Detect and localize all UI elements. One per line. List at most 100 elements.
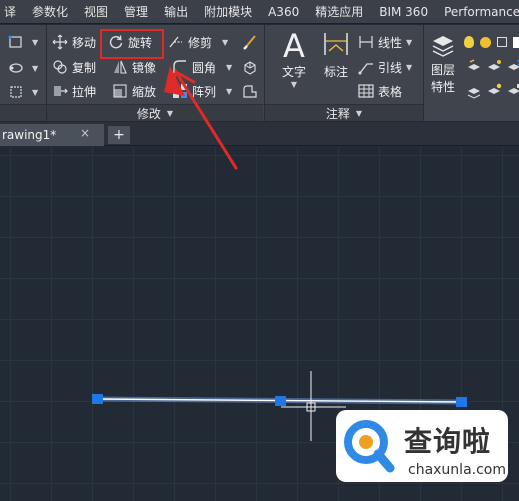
menu-item-performance[interactable]: Performance [436, 0, 519, 23]
text-label: 文字 [281, 65, 306, 79]
linear-button[interactable]: 线性 ▼ [358, 33, 412, 51]
layers-icon [432, 36, 454, 57]
hatch-icon [9, 63, 23, 73]
rectangle-icon [8, 35, 22, 48]
table-button[interactable]: 表格 [358, 82, 402, 100]
scale-label: 缩放 [132, 84, 157, 99]
scale-icon [113, 84, 127, 98]
dimension-button[interactable]: 标注 [318, 29, 354, 80]
dimension-label: 标注 [323, 65, 348, 79]
mirror-button[interactable]: 镜像 [112, 58, 156, 76]
layer-properties-label-1: 图层 [430, 63, 455, 77]
rotate-highlight-box [100, 29, 164, 59]
ribbon: ▼ ▼ ▼ 移动 旋转 修剪 ▼ 复制 镜像 圆角 ▼ 拉伸 缩放 阵列 ▼ 修… [0, 25, 519, 121]
menu-item-featured-apps[interactable]: 精选应用 [307, 0, 371, 23]
modify-panel-title: 修改 [136, 106, 161, 121]
document-tab-label: rawing1* [2, 128, 57, 142]
draw-tool-1[interactable]: ▼ [8, 33, 38, 51]
stretch-label: 拉伸 [72, 84, 97, 99]
move-button[interactable]: 移动 [52, 33, 96, 51]
draw-tool-2[interactable]: ▼ [8, 59, 38, 77]
watermark-brand: 查询啦 [404, 425, 492, 458]
fillet-label: 圆角 [192, 60, 217, 75]
layer-off-icon [467, 88, 481, 99]
layer-properties-label-2: 特性 [430, 80, 455, 94]
menu-bar: 译 参数化 视图 管理 输出 附加模块 A360 精选应用 BIM 360 Pe… [0, 0, 519, 24]
chevron-down-icon: ▼ [226, 86, 233, 96]
text-icon: A [283, 29, 305, 63]
chevron-down-icon: ▼ [406, 62, 413, 72]
menu-item-view[interactable]: 视图 [76, 0, 116, 23]
dimension-icon [324, 33, 348, 55]
copy-button[interactable]: 复制 [52, 58, 96, 76]
color-swatch-icon [513, 36, 519, 48]
layer-state-row[interactable] [464, 33, 519, 51]
copy-label: 复制 [72, 60, 97, 75]
draw-panel-footer [0, 104, 46, 121]
stretch-icon [54, 86, 68, 96]
watermark-url: chaxunla.com [408, 462, 506, 478]
offset-button[interactable] [242, 82, 262, 100]
panel-separator [423, 25, 424, 121]
layer-lock-icon [508, 84, 519, 94]
svg-text:A: A [283, 29, 305, 63]
mirror-icon [114, 60, 127, 74]
layer-properties-button[interactable]: 图层 特性 [426, 31, 460, 95]
draw-tool-3[interactable]: ▼ [8, 83, 38, 101]
trim-label: 修剪 [188, 35, 213, 50]
trim-button[interactable]: 修剪 ▼ [168, 33, 228, 51]
chevron-down-icon: ▼ [226, 62, 233, 72]
modify-panel-footer[interactable]: 修改 ▼ [47, 104, 263, 121]
layer-freeze-icon [508, 59, 519, 70]
panel-expand-icon: ▼ [355, 108, 363, 118]
move-icon [52, 34, 68, 50]
leader-label: 引线 [378, 60, 403, 75]
eraser-icon [243, 35, 256, 50]
close-icon[interactable]: × [80, 126, 90, 140]
linear-dimension-icon [359, 36, 373, 48]
mirror-label: 镜像 [132, 60, 157, 75]
scale-button[interactable]: 缩放 [112, 82, 156, 100]
region-icon [10, 86, 22, 98]
chevron-down-icon: ▼ [32, 63, 39, 73]
lightbulb-icon [464, 36, 474, 48]
chevron-down-icon: ▼ [32, 87, 39, 97]
array-button[interactable]: 阵列 ▼ [172, 82, 232, 100]
array-label: 阵列 [192, 84, 217, 99]
move-label: 移动 [72, 35, 97, 50]
new-tab-button[interactable]: + [108, 126, 130, 144]
leader-button[interactable]: 引线 ▼ [358, 58, 412, 76]
menu-item-parametric[interactable]: 参数化 [24, 0, 76, 23]
layer-match-icon [468, 59, 480, 70]
sun-icon [480, 36, 491, 48]
menu-item-manage[interactable]: 管理 [116, 0, 156, 23]
fillet-icon [173, 60, 186, 73]
menu-item-addins[interactable]: 附加模块 [196, 0, 260, 23]
offset-icon [243, 85, 257, 98]
erase-button[interactable] [242, 33, 262, 51]
leader-icon [358, 63, 373, 75]
layer-tools-row-2[interactable] [466, 82, 519, 100]
trim-icon [169, 36, 182, 48]
menu-item-insert[interactable]: 译 [0, 0, 24, 23]
table-icon [358, 84, 374, 98]
menu-item-a360[interactable]: A360 [260, 0, 307, 23]
lock-icon [497, 37, 507, 47]
annotation-panel-footer[interactable]: 注释 ▼ [265, 104, 423, 121]
explode-icon [244, 61, 256, 75]
explode-button[interactable] [242, 58, 262, 76]
panel-expand-icon: ▼ [166, 108, 174, 118]
layer-tools-row-1[interactable] [466, 58, 519, 76]
search-logo-icon [344, 420, 395, 473]
layer-on-icon [488, 83, 502, 94]
layer-isolate-icon [488, 60, 501, 70]
menu-item-output[interactable]: 输出 [156, 0, 196, 23]
menu-item-bim360[interactable]: BIM 360 [371, 0, 436, 23]
fillet-button[interactable]: 圆角 ▼ [172, 58, 232, 76]
chevron-down-icon: ▼ [406, 37, 413, 47]
text-button[interactable]: A 文字 ▼ [272, 29, 316, 89]
document-tab-bar: rawing1* × + [0, 122, 519, 146]
copy-icon [53, 60, 67, 74]
stretch-button[interactable]: 拉伸 [52, 82, 96, 100]
chevron-down-icon: ▼ [290, 80, 298, 89]
